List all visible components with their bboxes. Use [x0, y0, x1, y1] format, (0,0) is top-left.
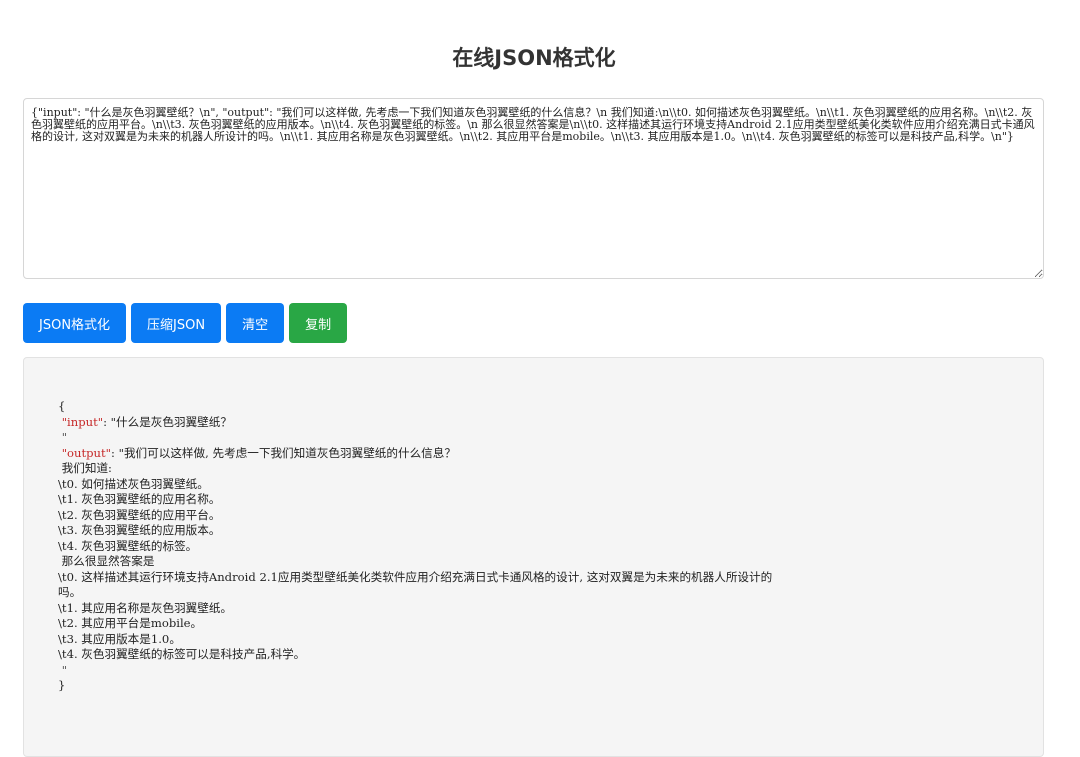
json-key-output: "output" [61, 445, 112, 460]
output-line: \t1. 其应用名称是灰色羽翼壁纸。 [58, 600, 233, 615]
output-line: \t0. 如何描述灰色羽翼壁纸。 [58, 476, 209, 491]
output-line: \t3. 灰色羽翼壁纸的应用版本。 [58, 523, 221, 537]
formatted-json: { "input": "什么是灰色羽翼壁纸？ " "output": "我们可以… [58, 399, 773, 692]
output-line: \t4. 灰色羽翼壁纸的标签可以是科技产品,科学。 [58, 647, 306, 661]
copy-button[interactable]: 复制 [289, 303, 348, 343]
page-title: 在线JSON格式化 [452, 46, 616, 70]
action-buttons: JSON格式化 压缩JSON 清空 复制 [23, 303, 348, 343]
output-line: \t1. 灰色羽翼壁纸的应用名称。 [58, 492, 221, 506]
clear-button[interactable]: 清空 [226, 303, 285, 343]
json-value-input: "什么是灰色羽翼壁纸？ [110, 414, 232, 429]
output-line: 吗。 [58, 585, 82, 599]
output-line: \t0. 这样描述其运行环境支持Android 2.1应用类型壁纸美化类软件应用… [58, 569, 773, 584]
close-brace: } [58, 678, 66, 692]
format-json-button[interactable]: JSON格式化 [23, 303, 127, 343]
open-brace: { [58, 399, 66, 413]
output-line: 我们知道: [58, 461, 112, 475]
output-line: \t4. 灰色羽翼壁纸的标签。 [58, 538, 198, 553]
output-line: \t3. 其应用版本是1.0。 [58, 631, 181, 646]
formatted-output[interactable]: { "input": "什么是灰色羽翼壁纸？ " "output": "我们可以… [23, 357, 1044, 757]
output-line: \t2. 灰色羽翼壁纸的应用平台。 [58, 507, 221, 522]
output-line: \t2. 其应用平台是mobile。 [58, 616, 203, 630]
json-key-input: "input" [61, 414, 104, 429]
json-input[interactable] [23, 98, 1044, 279]
json-value-input-end: " [61, 430, 68, 444]
compress-json-button[interactable]: 压缩JSON [131, 303, 222, 343]
json-value-output-first: "我们可以这样做, 先考虑一下我们知道灰色羽翼壁纸的什么信息？ [118, 445, 456, 460]
json-value-output-end: " [61, 662, 68, 677]
output-line: 那么很显然答案是 [58, 554, 155, 568]
